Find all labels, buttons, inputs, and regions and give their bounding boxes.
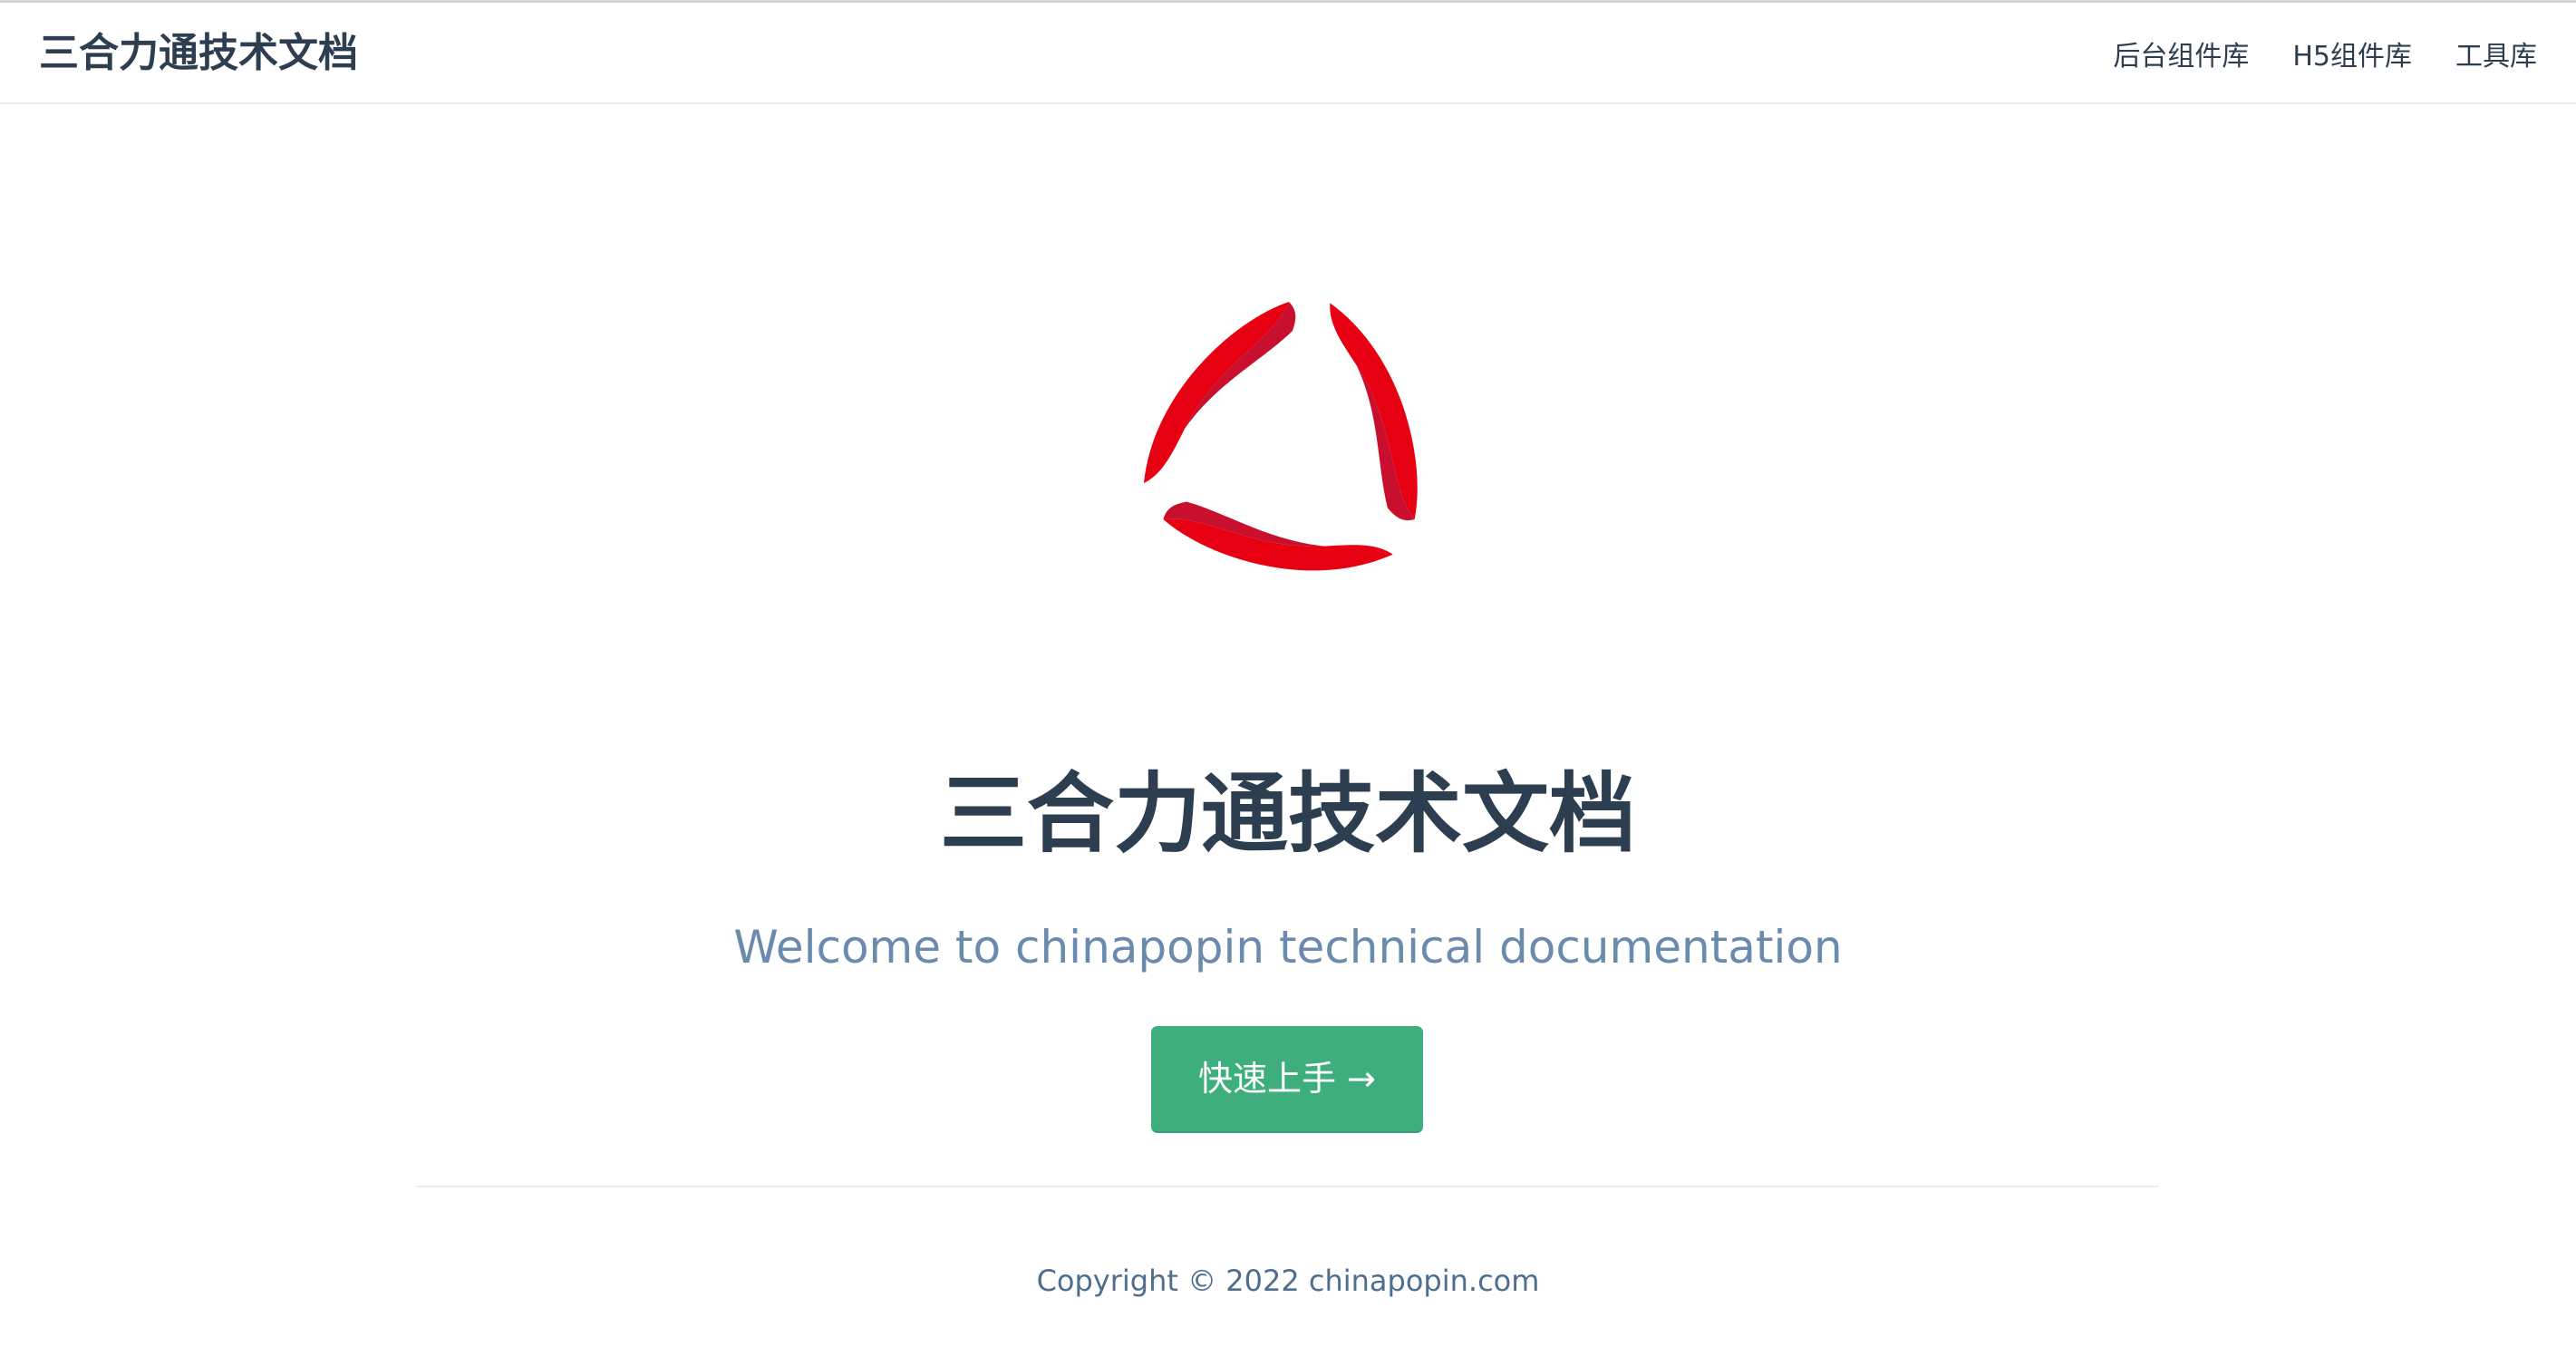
nav-link-h5-components[interactable]: H5组件库 bbox=[2292, 34, 2412, 73]
nav-links: 后台组件库 H5组件库 工具库 bbox=[2069, 3, 2537, 104]
site-name-link[interactable]: 三合力通技术文档 bbox=[39, 3, 358, 104]
hero-description: Welcome to chinapopin technical document… bbox=[733, 921, 1843, 973]
nav-link-tools[interactable]: 工具库 bbox=[2455, 34, 2537, 73]
nav-link-admin-components[interactable]: 后台组件库 bbox=[2113, 34, 2249, 73]
get-started-button[interactable]: 快速上手 → bbox=[1151, 1026, 1423, 1133]
footer-divider bbox=[417, 1186, 2159, 1187]
navbar: 三合力通技术文档 后台组件库 H5组件库 工具库 bbox=[0, 3, 2576, 104]
hero-title: 三合力通技术文档 bbox=[940, 763, 1636, 865]
footer-copyright: Copyright © 2022 chinapopin.com bbox=[1036, 1264, 1540, 1298]
hero-logo-icon bbox=[1144, 302, 1418, 571]
